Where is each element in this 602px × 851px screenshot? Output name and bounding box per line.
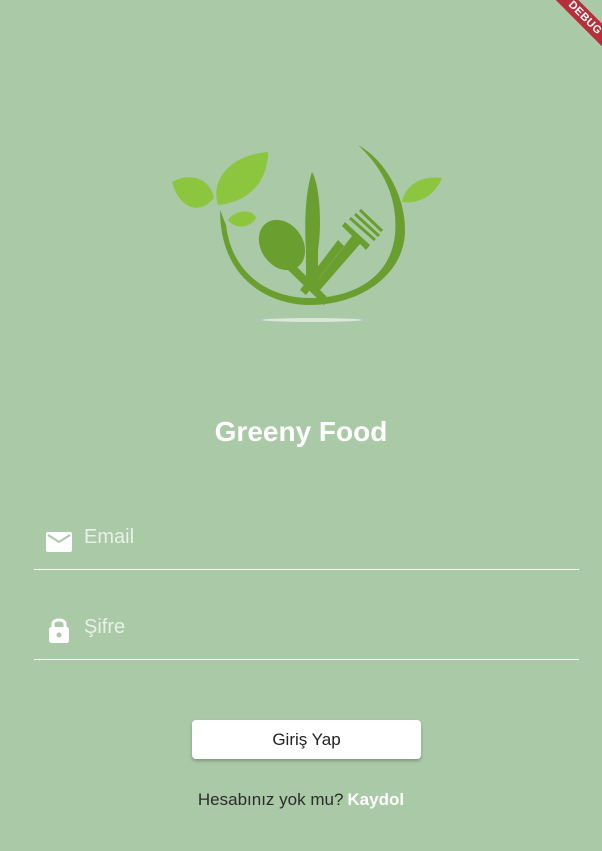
email-input[interactable] [84,521,564,553]
debug-banner-label: DEBUG [547,0,602,56]
password-field[interactable] [34,607,579,660]
lock-icon [49,618,69,643]
signup-question: Hesabınız yok mu? [197,790,344,809]
mail-icon [46,532,72,552]
signup-row: Hesabınız yok mu? Kaydol [0,789,602,811]
signup-link[interactable]: Kaydol [347,790,404,809]
brand-title: Greeny Food [214,416,388,447]
login-button[interactable]: Giriş Yap [192,720,421,759]
password-input[interactable] [84,611,564,643]
logo-icon [172,145,442,322]
debug-banner: DEBUG [542,0,602,60]
email-field[interactable] [34,517,579,570]
